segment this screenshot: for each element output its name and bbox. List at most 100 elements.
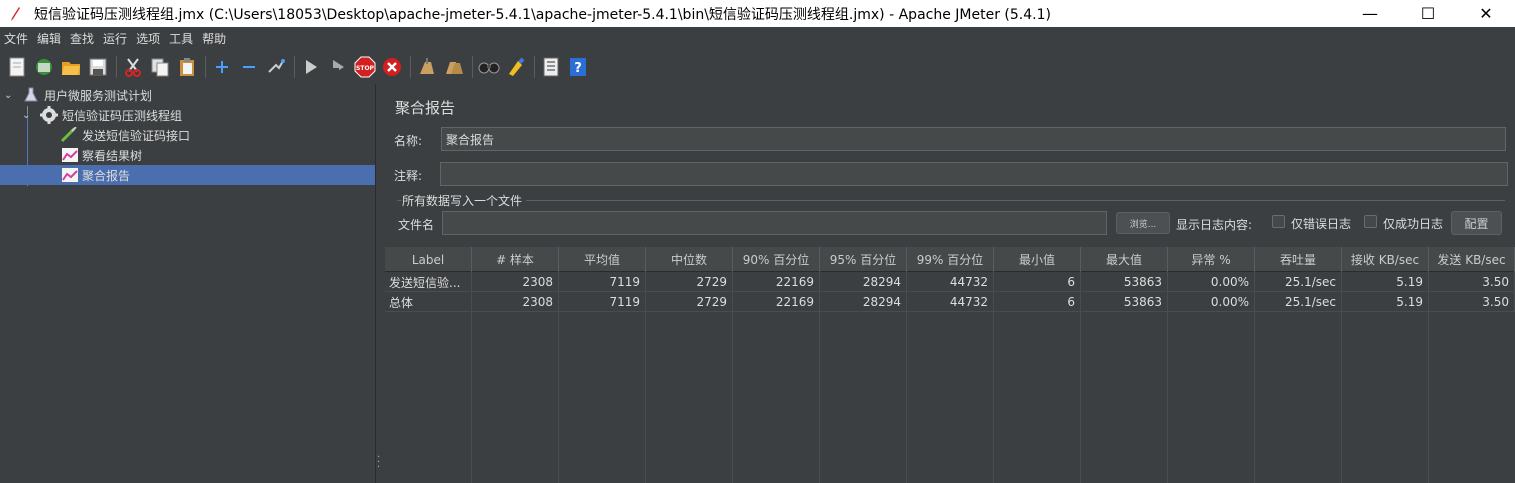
collapse-icon[interactable] [238,56,260,78]
tree-item-http-sampler[interactable]: 发送短信验证码接口 [60,125,190,145]
menu-bar: 文件 编辑 查找 运行 选项 工具 帮助 [0,27,1515,49]
name-field[interactable]: 聚合报告 [441,127,1506,151]
table-cell: 0.00% [1168,272,1255,292]
column-header[interactable]: 中位数 [646,247,733,272]
browse-button[interactable]: 浏览... [1116,212,1170,234]
toolbar-separator [472,55,473,78]
pipette-icon [60,127,77,143]
toolbar-separator [205,55,206,78]
column-header[interactable]: 99% 百分位 [907,247,994,272]
save-icon[interactable] [87,56,109,78]
new-icon[interactable] [6,56,28,78]
filename-label: 文件名 [398,218,435,232]
success-only-label: 仅成功日志 [1383,217,1444,231]
tree-item-label: 察看结果树 [82,148,143,163]
chevron-down-icon[interactable]: ⌄ [4,90,16,101]
toggle-icon[interactable] [265,56,287,78]
column-header[interactable]: Label [385,247,472,272]
menu-search[interactable]: 查找 [70,30,94,47]
expand-icon[interactable] [211,56,233,78]
aggregate-table: Label # 样本 平均值 中位数 90% 百分位 95% 百分位 99% 百… [385,247,1515,483]
table-cell: 28294 [820,272,907,292]
menu-edit[interactable]: 编辑 [37,30,61,47]
table-cell: 44732 [907,292,994,312]
paste-icon[interactable] [176,56,198,78]
errors-only-checkbox[interactable] [1272,215,1285,228]
column-header[interactable]: 发送 KB/sec [1429,247,1515,272]
toolbar-separator [294,55,295,78]
file-group-title: 所有数据写入一个文件 [402,192,527,209]
toolbar-separator [410,55,411,78]
table-cell: 22169 [733,272,820,292]
svg-text:?: ? [574,61,582,76]
shutdown-icon[interactable] [381,56,403,78]
column-header[interactable]: 最小值 [994,247,1081,272]
table-cell: 3.50 [1429,272,1515,292]
table-cell: 5.19 [1342,272,1429,292]
table-header: Label # 样本 平均值 中位数 90% 百分位 95% 百分位 99% 百… [385,247,1515,272]
filename-field[interactable] [442,211,1107,235]
table-cell: 总体 [385,292,472,312]
title-bar: 短信验证码压测线程组.jmx (C:\Users\18053\Desktop\a… [0,0,1515,27]
splitter-handle[interactable]: · · · [377,453,381,473]
toolbar-separator [534,55,535,78]
table-cell: 25.1/sec [1255,272,1342,292]
clear-icon[interactable] [416,56,438,78]
tree-item-view-results-tree[interactable]: 察看结果树 [62,145,142,165]
panel-title: 聚合报告 [395,99,456,117]
chevron-down-icon[interactable]: ⌄ [22,110,34,121]
tree-item-label: 短信验证码压测线程组 [62,108,183,123]
minimize-button[interactable]: — [1341,0,1399,27]
start-icon[interactable] [300,56,322,78]
column-header[interactable]: 90% 百分位 [733,247,820,272]
cut-icon[interactable] [122,56,144,78]
table-cell: 6 [994,292,1081,312]
table-body: 发送短信验... 2308 7119 2729 22169 28294 4473… [385,272,1515,312]
comment-field[interactable] [440,162,1508,186]
gear-icon [40,106,58,124]
errors-only-label: 仅错误日志 [1291,217,1352,231]
column-header[interactable]: 异常 % [1168,247,1255,272]
start-no-pause-icon[interactable] [327,56,349,78]
table-cell: 2308 [472,272,559,292]
configure-button[interactable]: 配置 [1451,211,1502,235]
column-header[interactable]: 95% 百分位 [820,247,907,272]
tree-item-aggregate-report[interactable]: 聚合报告 [0,165,375,185]
toolbar-separator [116,55,117,78]
column-header[interactable]: 最大值 [1081,247,1168,272]
column-header[interactable]: 平均值 [559,247,646,272]
help-icon[interactable]: ? [567,56,589,78]
table-cell: 7119 [559,272,646,292]
templates-icon[interactable] [33,56,55,78]
column-header[interactable]: 吞吐量 [1255,247,1342,272]
column-header[interactable]: # 样本 [472,247,559,272]
menu-help[interactable]: 帮助 [202,30,226,47]
column-header[interactable]: 接收 KB/sec [1342,247,1429,272]
group-border [397,200,1505,201]
tree-item-thread-group[interactable]: ⌄ 短信验证码压测线程组 [22,105,182,125]
table-row[interactable]: 发送短信验... 2308 7119 2729 22169 28294 4473… [385,272,1515,292]
tree-item-test-plan[interactable]: ⌄ 用户微服务测试计划 [4,85,152,105]
menu-tools[interactable]: 工具 [169,30,193,47]
open-icon[interactable] [60,56,82,78]
name-label: 名称: [394,134,423,148]
table-cell: 2729 [646,292,733,312]
table-cell: 25.1/sec [1255,292,1342,312]
menu-file[interactable]: 文件 [4,30,28,47]
table-row[interactable]: 总体 2308 7119 2729 22169 28294 44732 6 53… [385,292,1515,312]
table-cell: 53863 [1081,292,1168,312]
function-helper-icon[interactable] [540,56,562,78]
success-only-checkbox[interactable] [1364,215,1377,228]
aggregate-report-panel: 聚合报告 名称: 聚合报告 注释: 所有数据写入一个文件 文件名 浏览... 显… [383,84,1515,483]
search-icon[interactable] [478,56,500,78]
reset-search-icon[interactable] [505,56,527,78]
table-cell: 28294 [820,292,907,312]
menu-options[interactable]: 选项 [136,30,160,47]
maximize-button[interactable]: ☐ [1399,0,1457,27]
table-cell: 2729 [646,272,733,292]
stop-icon[interactable]: STOP [354,56,376,78]
menu-run[interactable]: 运行 [103,30,127,47]
close-button[interactable]: ✕ [1457,0,1515,27]
clear-all-icon[interactable] [443,56,465,78]
copy-icon[interactable] [149,56,171,78]
